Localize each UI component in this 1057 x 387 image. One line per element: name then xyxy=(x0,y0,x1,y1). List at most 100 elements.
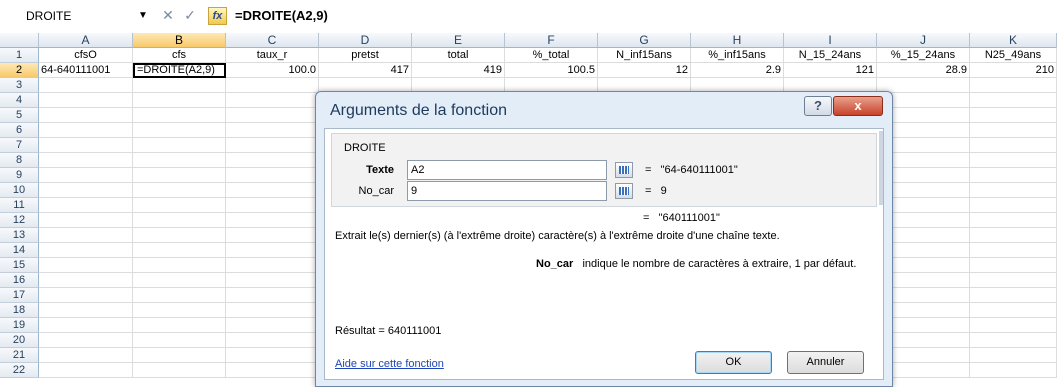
cell-k17[interactable] xyxy=(970,288,1057,303)
cell-c16[interactable] xyxy=(226,273,319,288)
cell-c9[interactable] xyxy=(226,168,319,183)
row-header-3[interactable]: 3 xyxy=(0,78,39,93)
cell-b14[interactable] xyxy=(133,243,226,258)
cell-k20[interactable] xyxy=(970,333,1057,348)
cell-k2[interactable]: 210 xyxy=(970,63,1057,78)
cell-a3[interactable] xyxy=(39,78,133,93)
cell-a1[interactable]: cfsO xyxy=(39,48,133,63)
range-select-icon[interactable] xyxy=(615,183,633,199)
cell-a2[interactable]: 64-640111001 xyxy=(39,63,133,78)
cell-f1[interactable]: %_total xyxy=(505,48,598,63)
cell-b19[interactable] xyxy=(133,318,226,333)
cell-a16[interactable] xyxy=(39,273,133,288)
cell-k11[interactable] xyxy=(970,198,1057,213)
insert-function-icon[interactable]: fx xyxy=(208,7,227,25)
cancel-edit-icon[interactable]: ✕ xyxy=(160,7,176,23)
cell-b5[interactable] xyxy=(133,108,226,123)
chevron-down-icon[interactable]: ▼ xyxy=(138,6,148,26)
cell-k16[interactable] xyxy=(970,273,1057,288)
cell-c19[interactable] xyxy=(226,318,319,333)
row-header-2[interactable]: 2 xyxy=(0,63,39,78)
cell-h2[interactable]: 2.9 xyxy=(691,63,784,78)
cell-h1[interactable]: %_inf15ans xyxy=(691,48,784,63)
cell-a20[interactable] xyxy=(39,333,133,348)
range-select-icon[interactable] xyxy=(615,162,633,178)
cell-e2[interactable]: 419 xyxy=(412,63,505,78)
cell-g1[interactable]: N_inf15ans xyxy=(598,48,691,63)
row-header-17[interactable]: 17 xyxy=(0,288,39,303)
cell-b9[interactable] xyxy=(133,168,226,183)
cell-j2[interactable]: 28.9 xyxy=(877,63,970,78)
cell-a21[interactable] xyxy=(39,348,133,363)
column-header-b[interactable]: B xyxy=(133,33,226,48)
cell-a19[interactable] xyxy=(39,318,133,333)
cell-c18[interactable] xyxy=(226,303,319,318)
cell-a11[interactable] xyxy=(39,198,133,213)
cell-a10[interactable] xyxy=(39,183,133,198)
cell-c1[interactable]: taux_r xyxy=(226,48,319,63)
cell-b6[interactable] xyxy=(133,123,226,138)
row-header-5[interactable]: 5 xyxy=(0,108,39,123)
cell-b16[interactable] xyxy=(133,273,226,288)
column-header-c[interactable]: C xyxy=(226,33,319,48)
row-header-16[interactable]: 16 xyxy=(0,273,39,288)
cell-a12[interactable] xyxy=(39,213,133,228)
cell-c5[interactable] xyxy=(226,108,319,123)
dialog-scrollbar[interactable] xyxy=(879,131,883,205)
cell-a15[interactable] xyxy=(39,258,133,273)
cell-k12[interactable] xyxy=(970,213,1057,228)
column-header-f[interactable]: F xyxy=(505,33,598,48)
row-header-21[interactable]: 21 xyxy=(0,348,39,363)
cell-a5[interactable] xyxy=(39,108,133,123)
cell-k22[interactable] xyxy=(970,363,1057,378)
cell-b7[interactable] xyxy=(133,138,226,153)
cell-c13[interactable] xyxy=(226,228,319,243)
row-header-11[interactable]: 11 xyxy=(0,198,39,213)
help-link[interactable]: Aide sur cette fonction xyxy=(335,358,444,370)
ok-button[interactable]: OK xyxy=(695,351,772,374)
row-header-14[interactable]: 14 xyxy=(0,243,39,258)
cell-c6[interactable] xyxy=(226,123,319,138)
row-header-22[interactable]: 22 xyxy=(0,363,39,378)
cell-i2[interactable]: 121 xyxy=(784,63,877,78)
no-car-input[interactable]: 9 xyxy=(407,181,607,201)
cell-k14[interactable] xyxy=(970,243,1057,258)
column-header-j[interactable]: J xyxy=(877,33,970,48)
cell-c20[interactable] xyxy=(226,333,319,348)
cell-c7[interactable] xyxy=(226,138,319,153)
cell-c8[interactable] xyxy=(226,153,319,168)
cell-a22[interactable] xyxy=(39,363,133,378)
cell-a4[interactable] xyxy=(39,93,133,108)
cell-j3[interactable] xyxy=(877,78,970,93)
cell-k5[interactable] xyxy=(970,108,1057,123)
cell-b3[interactable] xyxy=(133,78,226,93)
cell-k10[interactable] xyxy=(970,183,1057,198)
cell-c21[interactable] xyxy=(226,348,319,363)
row-header-7[interactable]: 7 xyxy=(0,138,39,153)
column-header-i[interactable]: I xyxy=(784,33,877,48)
cell-b1[interactable]: cfs xyxy=(133,48,226,63)
column-header-a[interactable]: A xyxy=(39,33,133,48)
row-header-18[interactable]: 18 xyxy=(0,303,39,318)
cell-k6[interactable] xyxy=(970,123,1057,138)
column-header-g[interactable]: G xyxy=(598,33,691,48)
row-header-1[interactable]: 1 xyxy=(0,48,39,63)
row-header-10[interactable]: 10 xyxy=(0,183,39,198)
cell-k7[interactable] xyxy=(970,138,1057,153)
column-header-d[interactable]: D xyxy=(319,33,412,48)
cell-k9[interactable] xyxy=(970,168,1057,183)
column-header-h[interactable]: H xyxy=(691,33,784,48)
cell-k4[interactable] xyxy=(970,93,1057,108)
cell-c22[interactable] xyxy=(226,363,319,378)
cell-c10[interactable] xyxy=(226,183,319,198)
help-button[interactable]: ? xyxy=(804,96,832,116)
cell-c15[interactable] xyxy=(226,258,319,273)
cell-b20[interactable] xyxy=(133,333,226,348)
cell-b15[interactable] xyxy=(133,258,226,273)
cell-k18[interactable] xyxy=(970,303,1057,318)
cell-i1[interactable]: N_15_24ans xyxy=(784,48,877,63)
cell-b17[interactable] xyxy=(133,288,226,303)
cell-d2[interactable]: 417 xyxy=(319,63,412,78)
cell-k21[interactable] xyxy=(970,348,1057,363)
cell-a7[interactable] xyxy=(39,138,133,153)
